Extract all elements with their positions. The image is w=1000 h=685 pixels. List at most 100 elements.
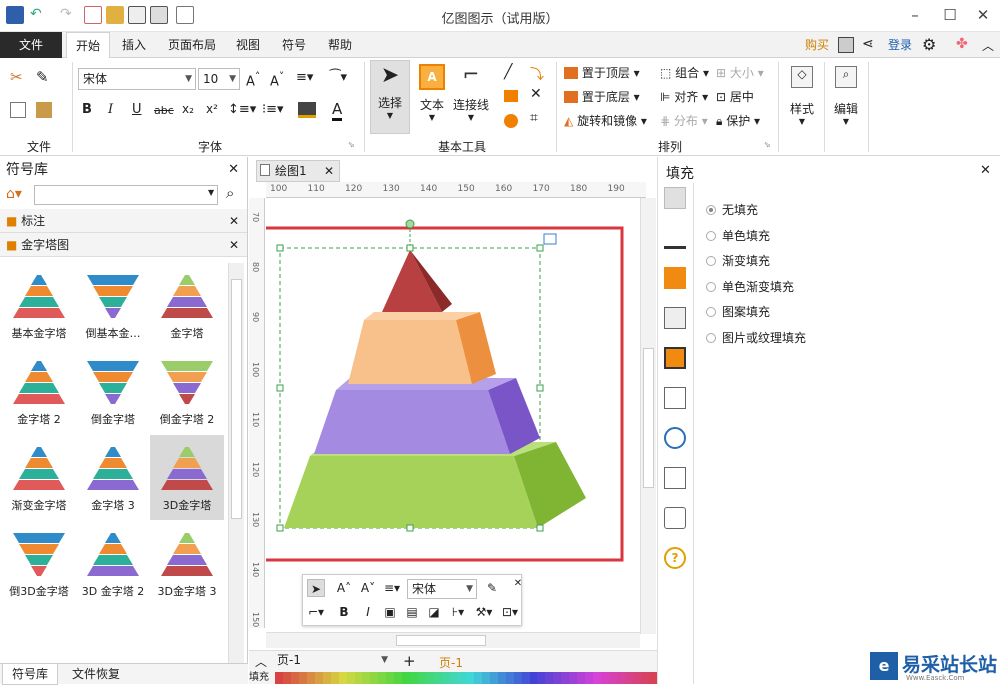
home-icon[interactable]: ⌂▾ — [6, 186, 22, 202]
tab-home[interactable]: 开始 — [66, 32, 110, 59]
shape-item[interactable]: 3D金字塔 3 — [150, 521, 224, 606]
connector-tool-button[interactable]: ⌐ 连接线 ▼ — [452, 60, 490, 134]
tab-help[interactable]: 帮助 — [320, 32, 360, 58]
close-icon[interactable]: ✕ — [229, 233, 239, 257]
more-options-icon[interactable]: ⊡▾ — [501, 603, 519, 621]
close-icon[interactable]: ✕ — [968, 4, 998, 26]
search-icon[interactable]: ⌕ — [226, 184, 234, 202]
palette-swatch[interactable] — [609, 672, 617, 684]
rectangle-tool-icon[interactable] — [504, 90, 518, 102]
send-back-icon[interactable]: ▤ — [403, 603, 421, 621]
bold-icon[interactable]: B — [82, 102, 92, 117]
radio-icon[interactable] — [706, 256, 716, 267]
copy-icon[interactable] — [10, 102, 26, 118]
shrink-font-icon[interactable]: A˅ — [270, 70, 284, 89]
palette-swatch[interactable] — [449, 672, 458, 684]
palette-swatch[interactable] — [465, 672, 474, 684]
shape-item[interactable]: 3D 金字塔 2 — [76, 521, 150, 606]
palette-swatch[interactable] — [529, 672, 538, 684]
add-page-icon[interactable]: + — [403, 652, 416, 670]
cut-icon[interactable]: ✂ — [10, 68, 23, 86]
underline-icon[interactable]: U — [132, 102, 142, 117]
palette-swatch[interactable] — [489, 672, 498, 684]
section-annotation[interactable]: ■ 标注 ✕ — [0, 209, 247, 233]
palette-swatch[interactable] — [282, 672, 291, 684]
palette-swatch[interactable] — [648, 672, 657, 684]
document-icon[interactable] — [664, 387, 686, 409]
palette-swatch[interactable] — [505, 672, 514, 684]
shape-item[interactable]: 倒金字塔 2 — [150, 349, 224, 434]
radio-icon[interactable] — [706, 307, 716, 318]
palette-swatch[interactable] — [354, 672, 363, 684]
collapse-ribbon-icon[interactable]: ︿ — [982, 37, 994, 54]
palette-swatch[interactable] — [442, 672, 450, 684]
close-icon[interactable]: ✕ — [509, 575, 527, 593]
close-icon[interactable]: ✕ — [228, 157, 239, 183]
palette-swatch[interactable] — [553, 672, 562, 684]
library-scrollbar[interactable] — [228, 263, 244, 663]
arrange-dialog-launcher-icon[interactable]: ⬂ — [764, 140, 771, 149]
collapse-icon[interactable]: ︿ — [255, 653, 267, 670]
layer-icon[interactable] — [664, 347, 686, 369]
fill-bucket-icon[interactable] — [664, 187, 686, 209]
palette-swatch[interactable] — [434, 672, 443, 684]
fill-option[interactable]: 图案填充 — [706, 303, 906, 321]
radio-icon[interactable] — [706, 230, 716, 241]
palette-swatch[interactable] — [362, 672, 371, 684]
palette-swatch[interactable] — [481, 672, 490, 684]
login-button[interactable]: 登录 — [884, 32, 916, 58]
shadow-icon[interactable] — [664, 267, 686, 289]
library-search-input[interactable] — [34, 185, 218, 205]
pyramid-tier-2[interactable] — [348, 320, 472, 384]
edit-button[interactable]: ⌕ 编辑 ▼ — [828, 62, 864, 136]
protect-button[interactable]: 🔒︎ 保护 ▾ — [716, 112, 760, 129]
radio-icon[interactable] — [706, 281, 716, 292]
shrink-font-icon[interactable]: A˅ — [359, 579, 377, 597]
fill-option[interactable]: 图片或纹理填充 — [706, 329, 906, 347]
palette-swatch[interactable] — [402, 672, 411, 684]
select-tool-button[interactable]: ➤ 选择 ▼ — [370, 60, 410, 134]
palette-swatch[interactable] — [561, 672, 570, 684]
palette-swatch[interactable] — [521, 672, 530, 684]
shape-item[interactable]: 3D金字塔 — [150, 435, 224, 520]
float-font-select[interactable]: 宋体 ▼ — [407, 579, 477, 599]
line-spacing-icon[interactable]: ⁀▾ — [330, 70, 347, 85]
tab-insert[interactable]: 插入 — [114, 32, 154, 58]
tab-symbol-library[interactable]: 符号库 — [2, 664, 58, 685]
image-icon[interactable] — [664, 307, 686, 329]
superscript-icon[interactable]: x² — [206, 102, 218, 116]
palette-swatch[interactable] — [577, 672, 586, 684]
size-button[interactable]: ⊞ 大小 ▾ — [716, 64, 764, 81]
tab-view[interactable]: 视图 — [228, 32, 268, 58]
palette-swatch[interactable] — [394, 672, 403, 684]
palette-swatch[interactable] — [473, 672, 482, 684]
close-icon[interactable]: ✕ — [229, 209, 239, 233]
globe-icon[interactable] — [664, 427, 686, 449]
canvas-vertical-scrollbar[interactable] — [640, 198, 656, 634]
help-icon[interactable]: ? — [664, 547, 686, 569]
palette-swatch[interactable] — [298, 672, 307, 684]
paragraph-spacing-icon[interactable]: ↕≡▾ — [228, 102, 256, 117]
italic-icon[interactable]: I — [108, 102, 113, 117]
tab-file[interactable]: 文件 — [0, 32, 62, 58]
fill-option[interactable]: 无填充 — [706, 201, 906, 219]
palette-swatch[interactable] — [497, 672, 506, 684]
pyramid-tier-3[interactable] — [314, 390, 510, 454]
shape-item[interactable]: 渐变金字塔 — [2, 435, 76, 520]
shape-menu-icon[interactable] — [543, 233, 557, 245]
tab-file-recovery[interactable]: 文件恢复 — [66, 664, 126, 685]
palette-swatch[interactable] — [585, 672, 594, 684]
minimize-icon[interactable]: – — [900, 4, 930, 26]
pyramid-tier-4[interactable] — [284, 456, 538, 528]
ellipse-tool-icon[interactable] — [504, 114, 518, 128]
send-to-back-button[interactable]: 置于底层 ▾ — [564, 88, 640, 105]
shape-item[interactable]: 基本金字塔 — [2, 263, 76, 348]
palette-swatch[interactable] — [418, 672, 427, 684]
bullet-list-icon[interactable]: ⁝≡▾ — [262, 102, 284, 117]
distribute-button[interactable]: ⋕ 分布 ▾ — [660, 112, 708, 129]
palette-swatch[interactable] — [314, 672, 323, 684]
maximize-icon[interactable]: ☐ — [935, 4, 965, 26]
arc-tool-icon[interactable]: ⤵ — [530, 64, 544, 84]
palette-swatch[interactable] — [545, 672, 554, 684]
shape-item[interactable]: 倒3D金字塔 — [2, 521, 76, 606]
